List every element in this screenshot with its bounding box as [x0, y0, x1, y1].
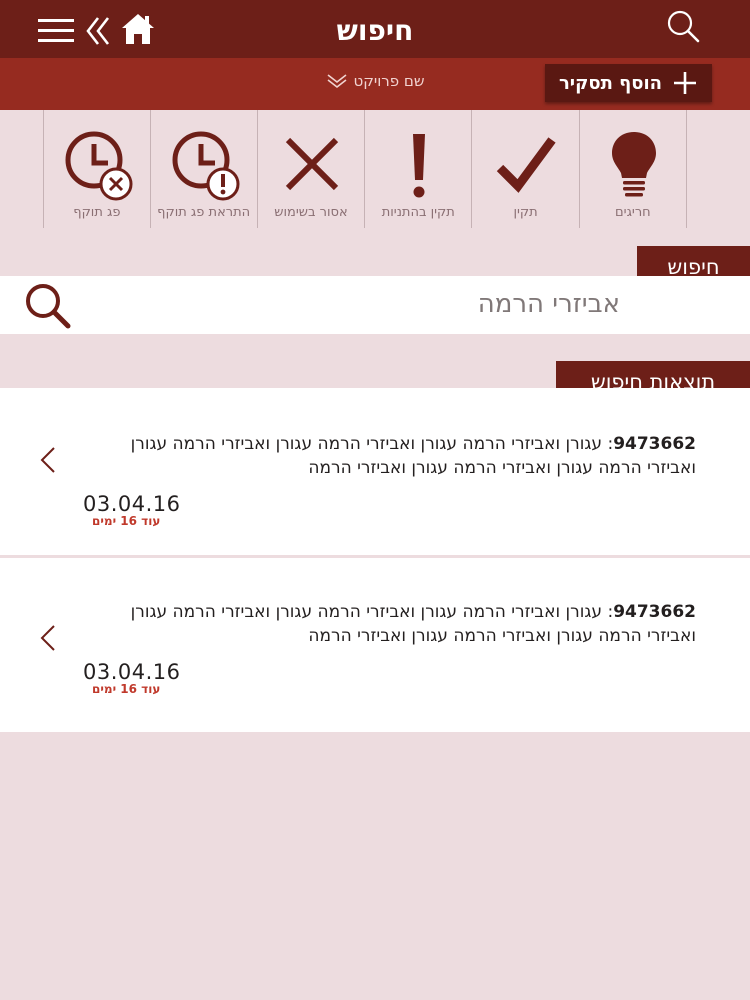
chevron-left-icon: [40, 447, 55, 473]
result-id: 9473662: [613, 602, 696, 622]
result-item[interactable]: 9473662: עגורן ואביזרי הרמה עגורן ואביזר…: [0, 388, 750, 555]
filter-label: אסור בשימוש: [274, 205, 348, 220]
filter-expiry-alert[interactable]: התראת פג תוקף: [151, 110, 258, 228]
result-date: 03.04.16: [83, 492, 181, 516]
page-title: חיפוש: [336, 14, 414, 47]
project-select[interactable]: שם פרויקט: [300, 68, 450, 94]
project-select-label: שם פרויקט: [353, 72, 425, 90]
check-icon: [497, 137, 557, 193]
filter-label: פג תוקף: [73, 205, 121, 220]
search-input[interactable]: [90, 282, 620, 326]
chevron-down-icon: [327, 74, 346, 89]
exclamation-icon: [413, 134, 426, 198]
result-id: 9473662: [613, 434, 696, 454]
filter-expired[interactable]: פג תוקף: [43, 110, 151, 228]
clock-alert-icon: [172, 131, 240, 201]
result-description: 9473662: עגורן ואביזרי הרמה עגורן ואביזר…: [80, 432, 696, 480]
result-separator: :: [602, 434, 614, 454]
filter-ok[interactable]: תקין: [472, 110, 580, 228]
top-header: חיפוש: [0, 0, 750, 58]
add-report-button[interactable]: הוסף תסקיר: [545, 64, 712, 102]
x-icon: [285, 137, 338, 191]
chevron-left-icon: [40, 625, 55, 651]
sub-header: שם פרויקט הוסף תסקיר: [0, 58, 750, 110]
result-item[interactable]: 9473662: עגורן ואביזרי הרמה עגורן ואביזר…: [0, 558, 750, 732]
filter-label: תקין: [513, 205, 538, 220]
magnifier-icon[interactable]: [664, 8, 700, 44]
filter-forbidden[interactable]: אסור בשימוש: [258, 110, 366, 228]
clock-expired-icon: [65, 131, 133, 201]
result-remaining: עוד 16 ימים: [92, 682, 161, 696]
lightbulb-icon: [611, 132, 656, 197]
add-report-label: הוסף תסקיר: [558, 72, 663, 94]
filter-label: התראת פג תוקף: [157, 205, 251, 220]
search-bar: [0, 276, 750, 334]
plus-icon: [674, 72, 697, 94]
filter-label: חריגים: [615, 205, 651, 220]
result-date: 03.04.16: [83, 660, 181, 684]
filter-bar: חריגים תקין תקין בהתניות אסור בשימוש התר…: [43, 110, 687, 228]
result-remaining: עוד 16 ימים: [92, 514, 161, 528]
filter-conditional[interactable]: תקין בהתניות: [365, 110, 473, 228]
filter-exceptions[interactable]: חריגים: [580, 110, 687, 228]
filter-label: תקין בהתניות: [381, 205, 455, 220]
result-separator: :: [602, 602, 614, 622]
result-description: 9473662: עגורן ואביזרי הרמה עגורן ואביזר…: [80, 600, 696, 648]
search-icon[interactable]: [22, 282, 72, 330]
